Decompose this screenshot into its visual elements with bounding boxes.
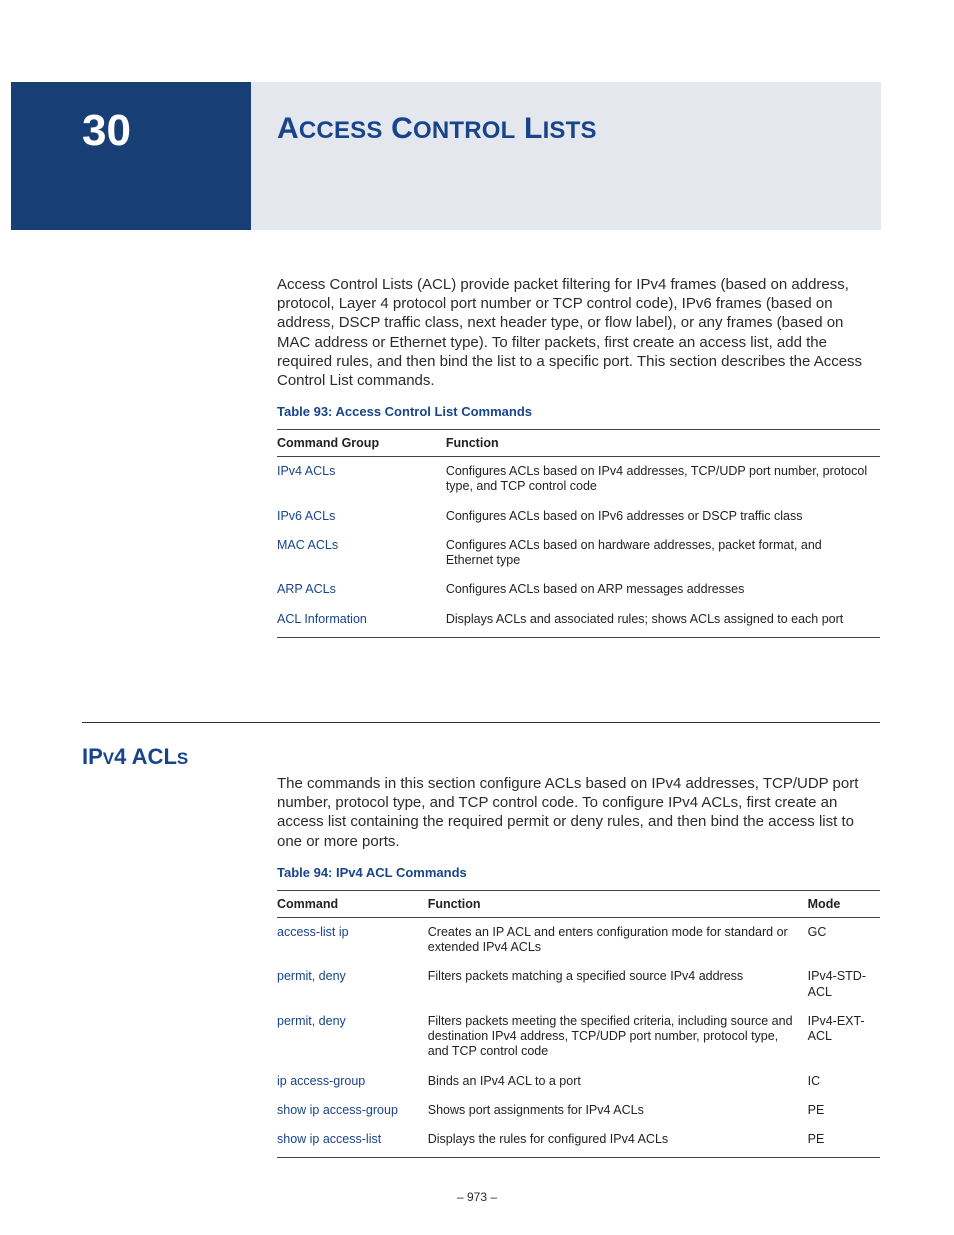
- cell-mode: IC: [808, 1067, 880, 1096]
- cell-function: Filters packets meeting the specified cr…: [428, 1007, 808, 1067]
- table-94: Command Function Mode access-list ip Cre…: [277, 890, 880, 1159]
- section-divider: [82, 722, 880, 723]
- link-ip-access-group[interactable]: ip access-group: [277, 1074, 365, 1088]
- link-permit-deny-std[interactable]: permit, deny: [277, 969, 346, 983]
- page-number: – 973 –: [0, 1190, 954, 1204]
- table-93-header-group: Command Group: [277, 430, 446, 457]
- table-row: ARP ACLs Configures ACLs based on ARP me…: [277, 575, 880, 604]
- table-94-title: Table 94: IPv4 ACL Commands: [277, 865, 880, 880]
- link-acl-information[interactable]: ACL Information: [277, 612, 367, 626]
- table-row: access-list ip Creates an IP ACL and ent…: [277, 917, 880, 962]
- table-94-header-command: Command: [277, 890, 428, 917]
- table-row: show ip access-list Displays the rules f…: [277, 1125, 880, 1158]
- cell-function: Displays ACLs and associated rules; show…: [446, 605, 880, 638]
- cell-mode: PE: [808, 1096, 880, 1125]
- link-ipv4-acls[interactable]: IPv4 ACLs: [277, 464, 335, 478]
- table-row: IPv4 ACLs Configures ACLs based on IPv4 …: [277, 457, 880, 502]
- link-mac-acls[interactable]: MAC ACLs: [277, 538, 338, 552]
- chapter-number: 30: [82, 106, 131, 156]
- table-93: Command Group Function IPv4 ACLs Configu…: [277, 429, 880, 638]
- table-row: MAC ACLs Configures ACLs based on hardwa…: [277, 531, 880, 576]
- link-ipv6-acls[interactable]: IPv6 ACLs: [277, 509, 335, 523]
- chapter-title: ACCESS CONTROL LISTS: [277, 112, 597, 146]
- table-row: IPv6 ACLs Configures ACLs based on IPv6 …: [277, 502, 880, 531]
- link-show-ip-access-list[interactable]: show ip access-list: [277, 1132, 381, 1146]
- table-row: permit, deny Filters packets meeting the…: [277, 1007, 880, 1067]
- table-row: ip access-group Binds an IPv4 ACL to a p…: [277, 1067, 880, 1096]
- link-show-ip-access-group[interactable]: show ip access-group: [277, 1103, 398, 1117]
- chapter-number-box: [11, 82, 251, 230]
- intro-paragraph: Access Control Lists (ACL) provide packe…: [277, 275, 880, 390]
- cell-function: Configures ACLs based on hardware addres…: [446, 531, 880, 576]
- cell-mode: PE: [808, 1125, 880, 1158]
- cell-function: Binds an IPv4 ACL to a port: [428, 1067, 808, 1096]
- table-93-header-function: Function: [446, 430, 880, 457]
- section-ipv4-acls-heading: IPV4 ACLS: [82, 744, 188, 770]
- cell-function: Filters packets matching a specified sou…: [428, 962, 808, 1007]
- table-row: permit, deny Filters packets matching a …: [277, 962, 880, 1007]
- cell-function: Configures ACLs based on ARP messages ad…: [446, 575, 880, 604]
- table-93-title: Table 93: Access Control List Commands: [277, 404, 880, 419]
- link-permit-deny-ext[interactable]: permit, deny: [277, 1014, 346, 1028]
- link-access-list-ip[interactable]: access-list ip: [277, 925, 349, 939]
- cell-mode: IPv4-EXT-ACL: [808, 1007, 880, 1067]
- cell-function: Configures ACLs based on IPv4 addresses,…: [446, 457, 880, 502]
- chapter-title-box: [251, 82, 881, 230]
- cell-mode: GC: [808, 917, 880, 962]
- link-arp-acls[interactable]: ARP ACLs: [277, 582, 336, 596]
- cell-function: Displays the rules for configured IPv4 A…: [428, 1125, 808, 1158]
- table-94-header-function: Function: [428, 890, 808, 917]
- cell-function: Configures ACLs based on IPv6 addresses …: [446, 502, 880, 531]
- section-intro-paragraph: The commands in this section configure A…: [277, 774, 880, 851]
- cell-function: Creates an IP ACL and enters configurati…: [428, 917, 808, 962]
- table-94-header-mode: Mode: [808, 890, 880, 917]
- cell-function: Shows port assignments for IPv4 ACLs: [428, 1096, 808, 1125]
- table-row: show ip access-group Shows port assignme…: [277, 1096, 880, 1125]
- table-row: ACL Information Displays ACLs and associ…: [277, 605, 880, 638]
- cell-mode: IPv4-STD-ACL: [808, 962, 880, 1007]
